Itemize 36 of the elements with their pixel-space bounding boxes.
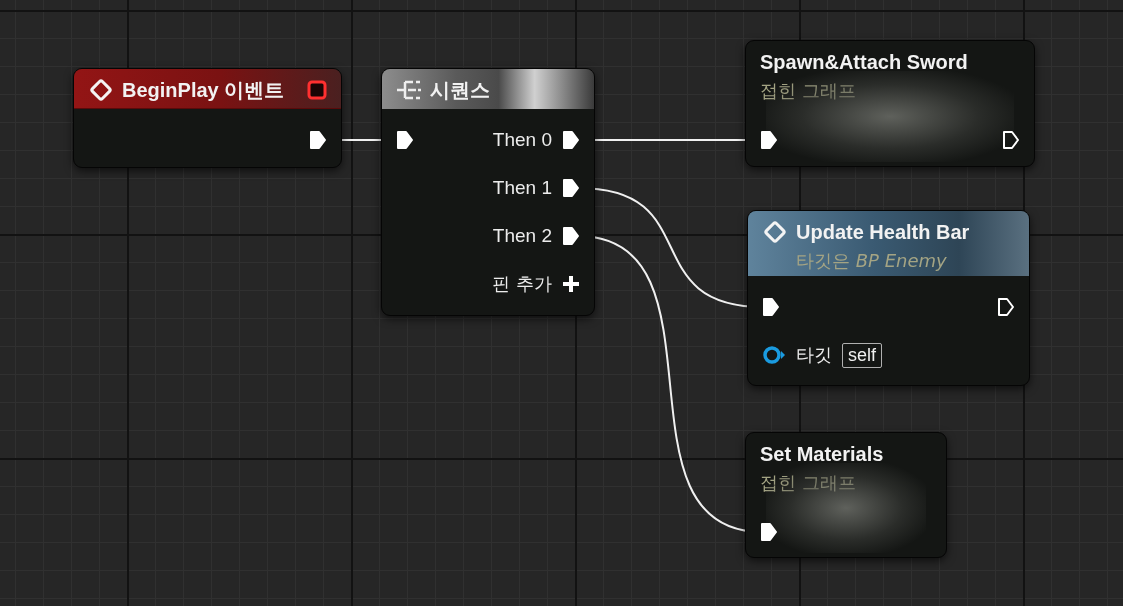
pin-label: Then 1 <box>492 177 552 199</box>
node-title: Set Materials <box>760 442 884 466</box>
exec-pin[interactable] <box>762 297 780 317</box>
sequence-node[interactable]: 시퀀스 Then 0 Then 1 Then 2 핀 추가 <box>381 68 595 316</box>
add-pin-button[interactable]: 핀 추가 <box>492 272 580 296</box>
function-node[interactable]: Update Health Bar 타깃은 BP Enemy 타깃 self <box>747 210 1030 386</box>
exec-pin[interactable] <box>760 130 778 150</box>
exec-pin[interactable] <box>562 130 580 150</box>
exec-pin[interactable] <box>396 130 414 150</box>
exec-pin[interactable] <box>997 297 1015 317</box>
pin-label: Then 0 <box>492 129 552 151</box>
event-node[interactable]: BeginPlay 이벤트 <box>73 68 342 168</box>
collapsed-graph-node[interactable]: Set Materials 접힌 그래프 <box>745 432 947 558</box>
node-subtitle: 타깃은 BP Enemy <box>796 249 948 273</box>
node-title: BeginPlay 이벤트 <box>122 77 285 103</box>
function-icon <box>762 219 788 245</box>
delegate-pin[interactable] <box>307 80 327 100</box>
node-title: Update Health Bar <box>796 220 970 244</box>
object-pin[interactable] <box>762 345 786 365</box>
pin-label: 타깃 <box>796 343 832 367</box>
event-icon <box>88 77 114 103</box>
collapsed-graph-node[interactable]: Spawn&Attach Sword 접힌 그래프 <box>745 40 1035 167</box>
pin-label: Then 2 <box>492 225 552 247</box>
node-title: Spawn&Attach Sword <box>760 50 968 74</box>
exec-pin[interactable] <box>562 226 580 246</box>
node-subtitle: 접힌 그래프 <box>760 79 857 103</box>
plus-icon <box>562 275 580 293</box>
graph-canvas[interactable]: BeginPlay 이벤트 시퀀스 Then 0 Then 1 Then 2 핀 추가 Spawn&Attach Sword 접힌 그래프 Update Health Bar 타깃은 BP Enemy 타깃 self Set Materials 접힌 그래프 <box>0 0 1123 606</box>
sequence-icon <box>396 79 422 101</box>
value-field[interactable]: self <box>842 342 882 368</box>
exec-pin[interactable] <box>309 130 327 150</box>
exec-pin[interactable] <box>760 522 778 542</box>
node-title: 시퀀스 <box>430 77 490 103</box>
node-subtitle: 접힌 그래프 <box>760 471 857 495</box>
exec-pin[interactable] <box>1002 130 1020 150</box>
exec-pin[interactable] <box>562 178 580 198</box>
